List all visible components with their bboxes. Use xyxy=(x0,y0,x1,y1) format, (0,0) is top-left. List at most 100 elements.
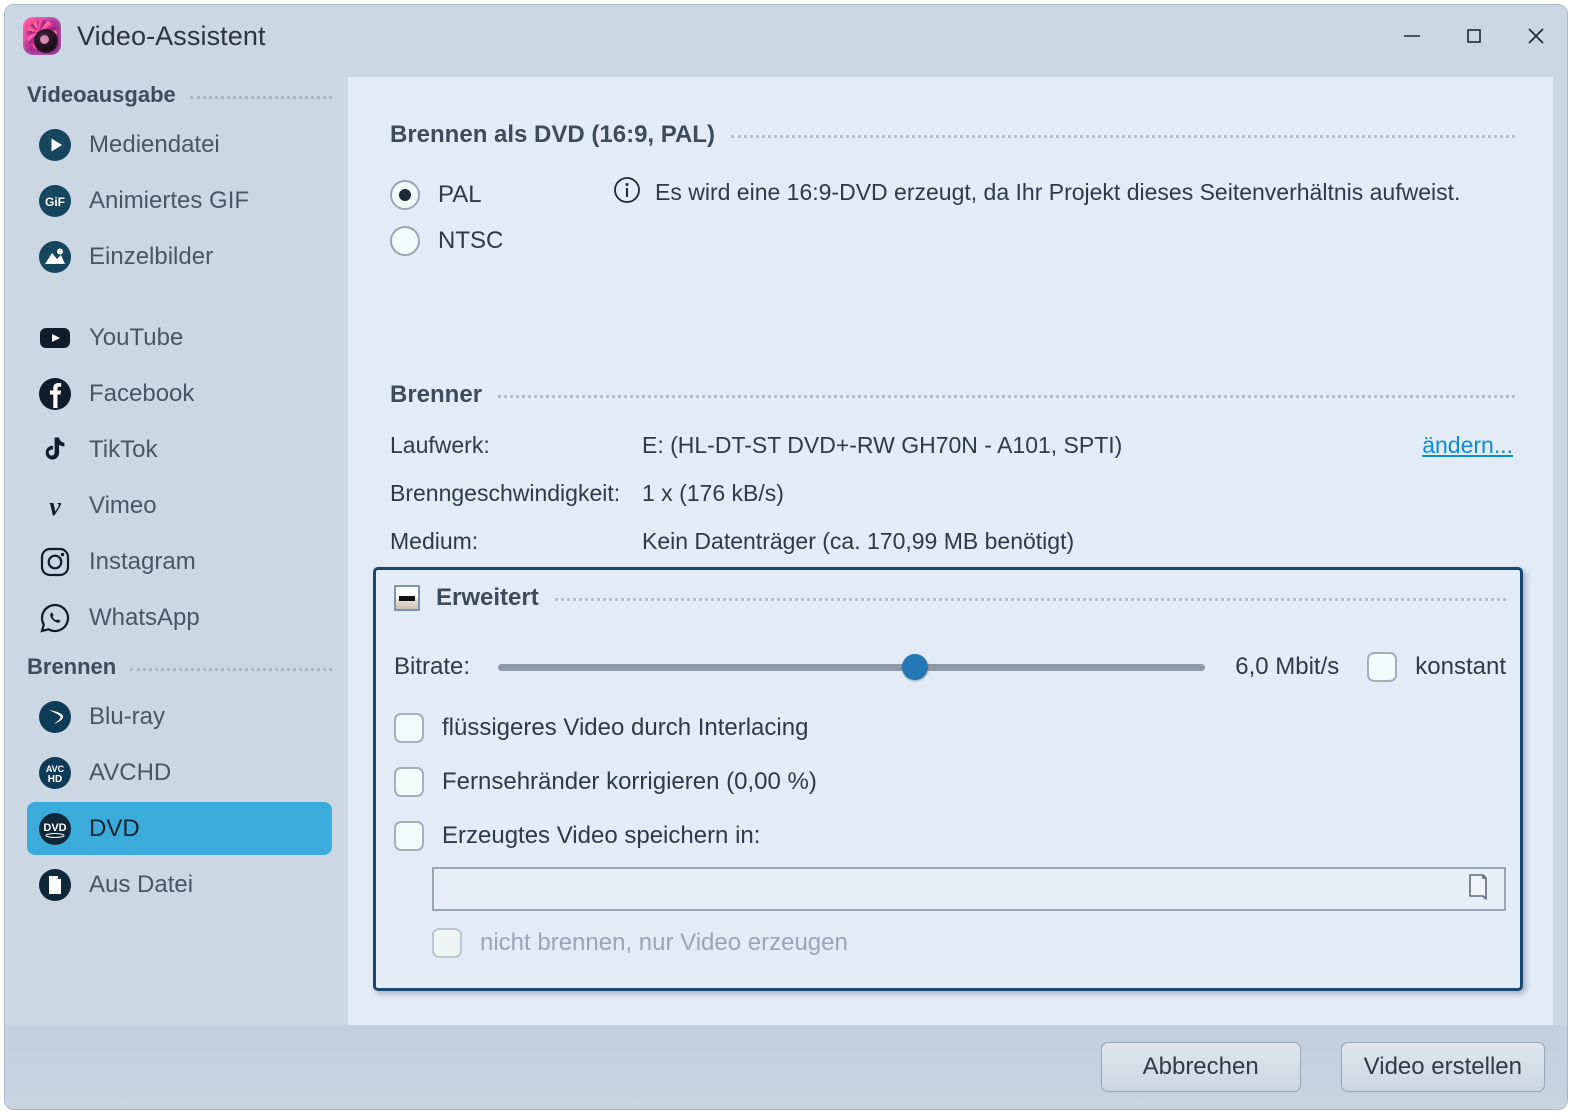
radio-pal-indicator[interactable] xyxy=(390,180,420,210)
close-icon[interactable] xyxy=(1505,5,1567,67)
constant-label: konstant xyxy=(1415,653,1506,681)
burner-row-medium: Medium: Kein Datenträger (ca. 170,99 MB … xyxy=(390,517,1513,565)
sidebar-item-tiktok[interactable]: TikTok xyxy=(27,423,332,476)
bluray-icon xyxy=(37,699,73,735)
sidebar-item-label: AVCHD xyxy=(89,759,171,787)
title-bar: Video-Assistent xyxy=(5,5,1567,67)
sidebar-item-animiertes-gif[interactable]: GiF Animiertes GIF xyxy=(27,174,332,227)
avchd-icon: AVCHD xyxy=(37,755,73,791)
output-path-field[interactable] xyxy=(432,867,1506,911)
instagram-icon xyxy=(37,544,73,580)
dotted-rule xyxy=(130,668,332,671)
sidebar-item-vimeo[interactable]: v Vimeo xyxy=(27,479,332,532)
advanced-header: Erweitert xyxy=(394,584,1506,612)
sidebar-item-label: Aus Datei xyxy=(89,871,193,899)
aspect-info-text: Es wird eine 16:9-DVD erzeugt, da Ihr Pr… xyxy=(655,179,1460,206)
dotted-rule xyxy=(498,395,1515,398)
checkbox-no-burn: nicht brennen, nur Video erzeugen xyxy=(432,928,848,958)
sidebar-item-label: DVD xyxy=(89,815,140,843)
radio-ntsc-label: NTSC xyxy=(438,227,503,255)
change-drive-link[interactable]: ändern... xyxy=(1422,432,1513,459)
slider-track[interactable] xyxy=(498,664,1205,671)
save-video-checkbox[interactable] xyxy=(394,821,424,851)
tv-borders-checkbox[interactable] xyxy=(394,767,424,797)
sidebar-group-label: Brennen xyxy=(27,654,116,680)
sidebar-item-label: Facebook xyxy=(89,380,194,408)
sidebar-group-label: Videoausgabe xyxy=(27,82,176,108)
youtube-icon xyxy=(37,320,73,356)
burner-value: 1 x (176 kB/s) xyxy=(642,480,1513,507)
create-video-button[interactable]: Video erstellen xyxy=(1341,1042,1545,1092)
checkbox-tv-borders[interactable]: Fernsehränder korrigieren (0,00 %) xyxy=(394,767,817,797)
sidebar-item-label: Mediendatei xyxy=(89,131,220,159)
bitrate-row: Bitrate: 6,0 Mbit/s konstant xyxy=(394,652,1506,682)
burner-key: Medium: xyxy=(390,528,642,555)
svg-text:GiF: GiF xyxy=(45,195,65,209)
sidebar-item-label: Blu-ray xyxy=(89,703,165,731)
collapse-icon[interactable] xyxy=(394,585,420,611)
no-burn-label: nicht brennen, nur Video erzeugen xyxy=(480,929,848,957)
dvd-icon: DVD xyxy=(37,811,73,847)
window-title: Video-Assistent xyxy=(77,21,266,52)
svg-text:DVD: DVD xyxy=(43,822,66,834)
burner-value: Kein Datenträger (ca. 170,99 MB benötigt… xyxy=(642,528,1513,555)
radio-option-ntsc[interactable]: NTSC xyxy=(390,218,503,264)
interlacing-checkbox[interactable] xyxy=(394,713,424,743)
constant-checkbox[interactable] xyxy=(1367,652,1397,682)
maximize-icon[interactable] xyxy=(1443,5,1505,67)
footer-bar: Abbrechen Video erstellen xyxy=(348,1025,1567,1109)
checkbox-save-video[interactable]: Erzeugtes Video speichern in: xyxy=(394,821,760,851)
svg-text:v: v xyxy=(49,492,61,521)
burner-section-header: Brenner xyxy=(390,381,1515,409)
sidebar-item-mediendatei[interactable]: Mediendatei xyxy=(27,118,332,171)
burner-section-title: Brenner xyxy=(390,381,482,409)
sidebar-item-dvd[interactable]: DVD DVD xyxy=(27,802,332,855)
tv-borders-label: Fernsehränder korrigieren (0,00 %) xyxy=(442,768,817,796)
checkbox-interlacing[interactable]: flüssigeres Video durch Interlacing xyxy=(394,713,808,743)
sidebar-item-label: Einzelbilder xyxy=(89,243,213,271)
sidebar-item-avchd[interactable]: AVCHD AVCHD xyxy=(27,746,332,799)
burn-section-header: Brennen als DVD (16:9, PAL) xyxy=(390,121,1515,149)
facebook-icon xyxy=(37,376,73,412)
whatsapp-icon xyxy=(37,600,73,636)
gif-icon: GiF xyxy=(37,183,73,219)
radio-ntsc-indicator[interactable] xyxy=(390,226,420,256)
burner-row-brenngeschwindigkeit: Brenngeschwindigkeit: 1 x (176 kB/s) xyxy=(390,469,1513,517)
bitrate-value: 6,0 Mbit/s xyxy=(1235,653,1339,681)
play-circle-icon xyxy=(37,127,73,163)
sidebar-item-label: Instagram xyxy=(89,548,196,576)
burn-section-title: Brennen als DVD (16:9, PAL) xyxy=(390,121,715,149)
sidebar-group-brennen: Brennen xyxy=(5,647,348,687)
minimize-icon[interactable] xyxy=(1381,5,1443,67)
vimeo-icon: v xyxy=(37,488,73,524)
radio-option-pal[interactable]: PAL xyxy=(390,172,503,218)
dotted-rule xyxy=(555,598,1506,601)
svg-text:HD: HD xyxy=(48,774,62,785)
save-video-label: Erzeugtes Video speichern in: xyxy=(442,822,760,850)
dotted-rule xyxy=(190,96,332,99)
sidebar-item-label: TikTok xyxy=(89,436,157,464)
tiktok-icon xyxy=(37,432,73,468)
sidebar-group-videoausgabe: Videoausgabe xyxy=(5,75,348,115)
radio-pal-label: PAL xyxy=(438,181,482,209)
sidebar-item-label: YouTube xyxy=(89,324,183,352)
sidebar-item-blu-ray[interactable]: Blu-ray xyxy=(27,690,332,743)
svg-text:AVC: AVC xyxy=(46,764,65,774)
video-assistant-icon xyxy=(23,17,61,55)
burner-row-laufwerk: Laufwerk: E: (HL-DT-ST DVD+-RW GH70N - A… xyxy=(390,421,1513,469)
advanced-panel: Erweitert Bitrate: 6,0 Mbit/s konstant f… xyxy=(373,567,1523,991)
slider-thumb[interactable] xyxy=(902,654,928,680)
sidebar-item-whatsapp[interactable]: WhatsApp xyxy=(27,591,332,644)
sidebar-item-instagram[interactable]: Instagram xyxy=(27,535,332,588)
sidebar-item-einzelbilder[interactable]: Einzelbilder xyxy=(27,230,332,283)
sidebar-item-aus-datei[interactable]: Aus Datei xyxy=(27,858,332,911)
bitrate-slider[interactable] xyxy=(498,654,1205,680)
video-standard-group: PAL NTSC xyxy=(390,172,503,264)
output-path-input[interactable] xyxy=(446,876,1458,902)
sidebar-item-facebook[interactable]: Facebook xyxy=(27,367,332,420)
app-window: Video-Assistent Videoausgabe Mediendatei xyxy=(4,4,1568,1110)
cancel-button[interactable]: Abbrechen xyxy=(1101,1042,1301,1092)
folder-open-icon[interactable] xyxy=(1458,872,1498,907)
sidebar-item-label: WhatsApp xyxy=(89,604,200,632)
sidebar-item-youtube[interactable]: YouTube xyxy=(27,311,332,364)
